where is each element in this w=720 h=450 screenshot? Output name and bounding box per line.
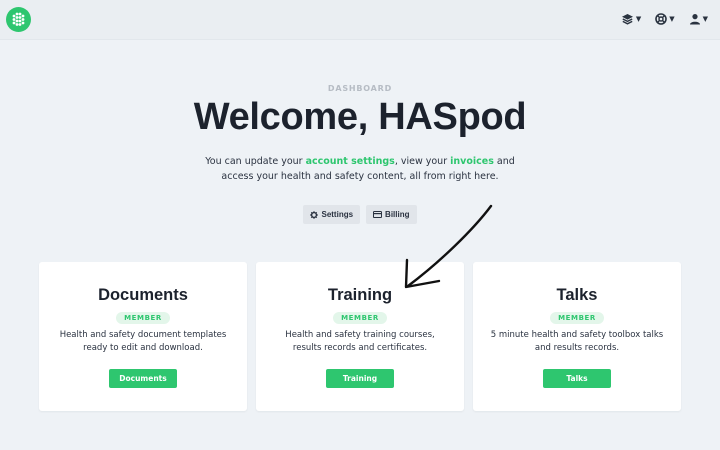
card-title: Documents [98,286,188,304]
annotation-arrow-icon [404,204,493,289]
page-eyebrow: DASHBOARD [327,84,393,93]
user-menu-button[interactable]: ▼ [689,11,708,27]
user-icon [689,14,700,25]
help-menu-button[interactable]: ▼ [655,11,675,27]
member-badge: MEMBER [333,312,387,324]
settings-button[interactable]: Settings [303,205,361,224]
talks-card: Talks MEMBER 5 minute health and safety … [473,262,681,411]
haspod-logo-icon[interactable] [6,7,31,32]
top-bar: ▼ ▼ ▼ [0,0,720,40]
card-description: Health and safety training courses, resu… [285,330,435,353]
chevron-down-icon: ▼ [635,15,642,23]
training-button[interactable]: Training [326,369,394,388]
invoices-link[interactable]: invoices [450,156,494,167]
page-title: Welcome, HASpod [193,96,527,138]
documents-card: Documents MEMBER Health and safety docum… [39,262,247,411]
account-settings-link[interactable]: account settings [306,156,395,167]
account-actions: Settings Billing [0,205,720,224]
layers-menu-button[interactable]: ▼ [621,11,641,27]
layers-icon [621,14,633,25]
documents-button[interactable]: Documents [109,369,177,388]
member-badge: MEMBER [116,312,170,324]
gear-icon [310,210,319,219]
help-lifebuoy-icon [655,13,668,25]
member-badge: MEMBER [550,312,604,324]
card-title: Talks [556,286,598,304]
chevron-down-icon: ▼ [669,15,675,23]
intro-text: You can update your account settings, vi… [205,156,515,182]
credit-card-icon [373,211,383,218]
card-description: 5 minute health and safety toolbox talks… [490,330,664,353]
chevron-down-icon: ▼ [702,15,708,23]
card-description: Health and safety document templates rea… [59,330,227,353]
talks-button[interactable]: Talks [543,369,611,388]
